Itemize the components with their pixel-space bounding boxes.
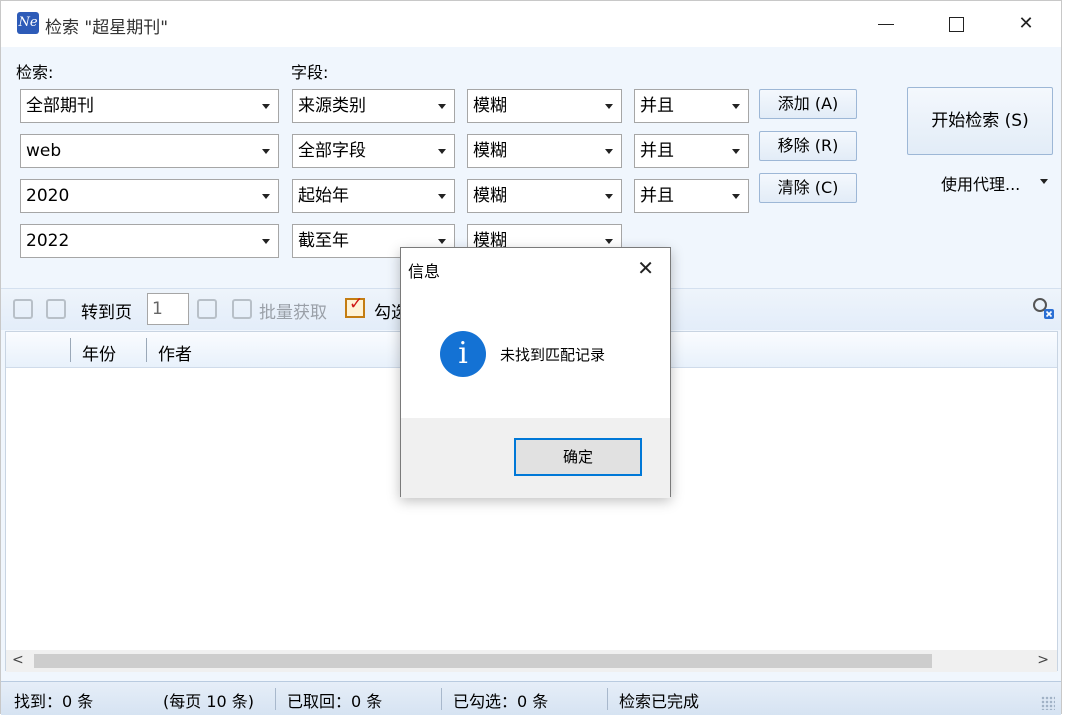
- scroll-right-icon[interactable]: >: [1037, 652, 1049, 668]
- search-status: 检索已完成: [619, 692, 700, 711]
- column-header-author[interactable]: 作者: [158, 340, 192, 365]
- logic-select-2[interactable]: 并且: [634, 134, 749, 168]
- close-button[interactable]: ✕: [991, 1, 1061, 47]
- chevron-down-icon: [605, 104, 613, 109]
- logic-value-1: 并且: [640, 96, 674, 116]
- field-select-2[interactable]: 全部字段: [292, 134, 455, 168]
- page-number-input[interactable]: 1: [147, 293, 189, 325]
- column-separator: [70, 338, 71, 362]
- checkbox-icon: ✓: [345, 294, 365, 318]
- batch-fetch-button[interactable]: 批量获取: [259, 298, 327, 323]
- dialog-title: 信息: [408, 262, 441, 281]
- logic-select-1[interactable]: 并且: [634, 89, 749, 123]
- chevron-down-icon: [438, 104, 446, 109]
- chevron-down-icon: [732, 149, 740, 154]
- copy-icon[interactable]: [197, 299, 217, 319]
- field-value-4: 截至年: [298, 231, 349, 251]
- status-separator: [275, 688, 276, 710]
- maximize-button[interactable]: [921, 1, 991, 47]
- chevron-down-icon: [262, 149, 270, 154]
- clear-button[interactable]: 清除 (C): [759, 173, 857, 203]
- close-icon: ✕: [1018, 13, 1034, 34]
- field-value-2: 全部字段: [298, 141, 366, 161]
- per-page-info: (每页 10 条): [163, 692, 255, 711]
- chevron-down-icon: [1040, 179, 1048, 184]
- app-logo-icon: Ne: [17, 12, 39, 34]
- found-count: 找到：0 条: [14, 692, 94, 711]
- match-value-3: 模糊: [473, 186, 507, 206]
- chevron-down-icon: [262, 104, 270, 109]
- goto-page-label: 转到页: [81, 303, 132, 323]
- ok-button[interactable]: 确定: [514, 438, 642, 476]
- chevron-down-icon: [605, 239, 613, 244]
- match-select-2[interactable]: 模糊: [467, 134, 622, 168]
- chevron-down-icon: [262, 239, 270, 244]
- scroll-left-icon[interactable]: <: [12, 652, 24, 668]
- logic-value-3: 并且: [640, 186, 674, 206]
- scope-value-2: web: [26, 141, 62, 161]
- dialog-close-button[interactable]: ✕: [637, 256, 654, 280]
- chevron-down-icon: [732, 194, 740, 199]
- chevron-down-icon: [438, 239, 446, 244]
- use-proxy-dropdown[interactable]: 使用代理...: [941, 171, 1020, 195]
- dialog-message: 未找到匹配记录: [500, 346, 606, 364]
- field-select-3[interactable]: 起始年: [292, 179, 455, 213]
- column-header-year[interactable]: 年份: [82, 340, 116, 365]
- scope-value-3: 2020: [26, 186, 70, 206]
- chevron-down-icon: [605, 149, 613, 154]
- minimize-button[interactable]: [851, 1, 921, 47]
- dialog-footer: 确定: [401, 418, 670, 498]
- scope-select-1[interactable]: 全部期刊: [20, 89, 279, 123]
- chevron-down-icon: [438, 149, 446, 154]
- match-value-2: 模糊: [473, 141, 507, 161]
- match-value-1: 模糊: [473, 96, 507, 116]
- match-select-3[interactable]: 模糊: [467, 179, 622, 213]
- logic-select-3[interactable]: 并且: [634, 179, 749, 213]
- add-button[interactable]: 添加 (A): [759, 89, 857, 119]
- match-select-1[interactable]: 模糊: [467, 89, 622, 123]
- batch-fetch-icon: [232, 299, 252, 319]
- scroll-thumb[interactable]: [34, 654, 932, 668]
- scope-value-4: 2022: [26, 231, 70, 251]
- remove-button[interactable]: 移除 (R): [759, 131, 857, 161]
- scope-select-2[interactable]: web: [20, 134, 279, 168]
- prev-page-icon[interactable]: [13, 299, 33, 319]
- search-label: 检索:: [16, 63, 54, 82]
- status-separator: [441, 688, 442, 710]
- retrieved-count: 已取回：0 条: [287, 692, 383, 711]
- chevron-down-icon: [438, 194, 446, 199]
- search-clear-icon[interactable]: [1031, 296, 1055, 320]
- window-title: 检索 "超星期刊": [45, 18, 169, 38]
- chevron-down-icon: [605, 194, 613, 199]
- minimize-icon: [878, 23, 894, 25]
- field-label: 字段:: [291, 63, 329, 82]
- horizontal-scrollbar[interactable]: < >: [6, 650, 1057, 672]
- next-page-icon[interactable]: [46, 299, 66, 319]
- checked-count: 已勾选：0 条: [453, 692, 549, 711]
- scope-value-1: 全部期刊: [26, 96, 94, 116]
- title-bar: Ne 检索 "超星期刊" ✕: [1, 1, 1061, 47]
- scope-select-3[interactable]: 2020: [20, 179, 279, 213]
- maximize-icon: [948, 16, 964, 32]
- info-icon: i: [440, 331, 486, 377]
- field-value-3: 起始年: [298, 186, 349, 206]
- status-separator: [607, 688, 608, 710]
- info-dialog: 信息 ✕ i 未找到匹配记录 确定: [400, 247, 671, 498]
- chevron-down-icon: [732, 104, 740, 109]
- scope-select-4[interactable]: 2022: [20, 224, 279, 258]
- chevron-down-icon: [262, 194, 270, 199]
- field-value-1: 来源类别: [298, 96, 366, 116]
- start-search-button[interactable]: 开始检索 (S): [907, 87, 1053, 155]
- status-bar: 找到：0 条 (每页 10 条) 已取回：0 条 已勾选：0 条 检索已完成: [1, 681, 1061, 715]
- logic-value-2: 并且: [640, 141, 674, 161]
- column-separator: [146, 338, 147, 362]
- field-select-1[interactable]: 来源类别: [292, 89, 455, 123]
- resize-grip-icon[interactable]: [1041, 696, 1055, 710]
